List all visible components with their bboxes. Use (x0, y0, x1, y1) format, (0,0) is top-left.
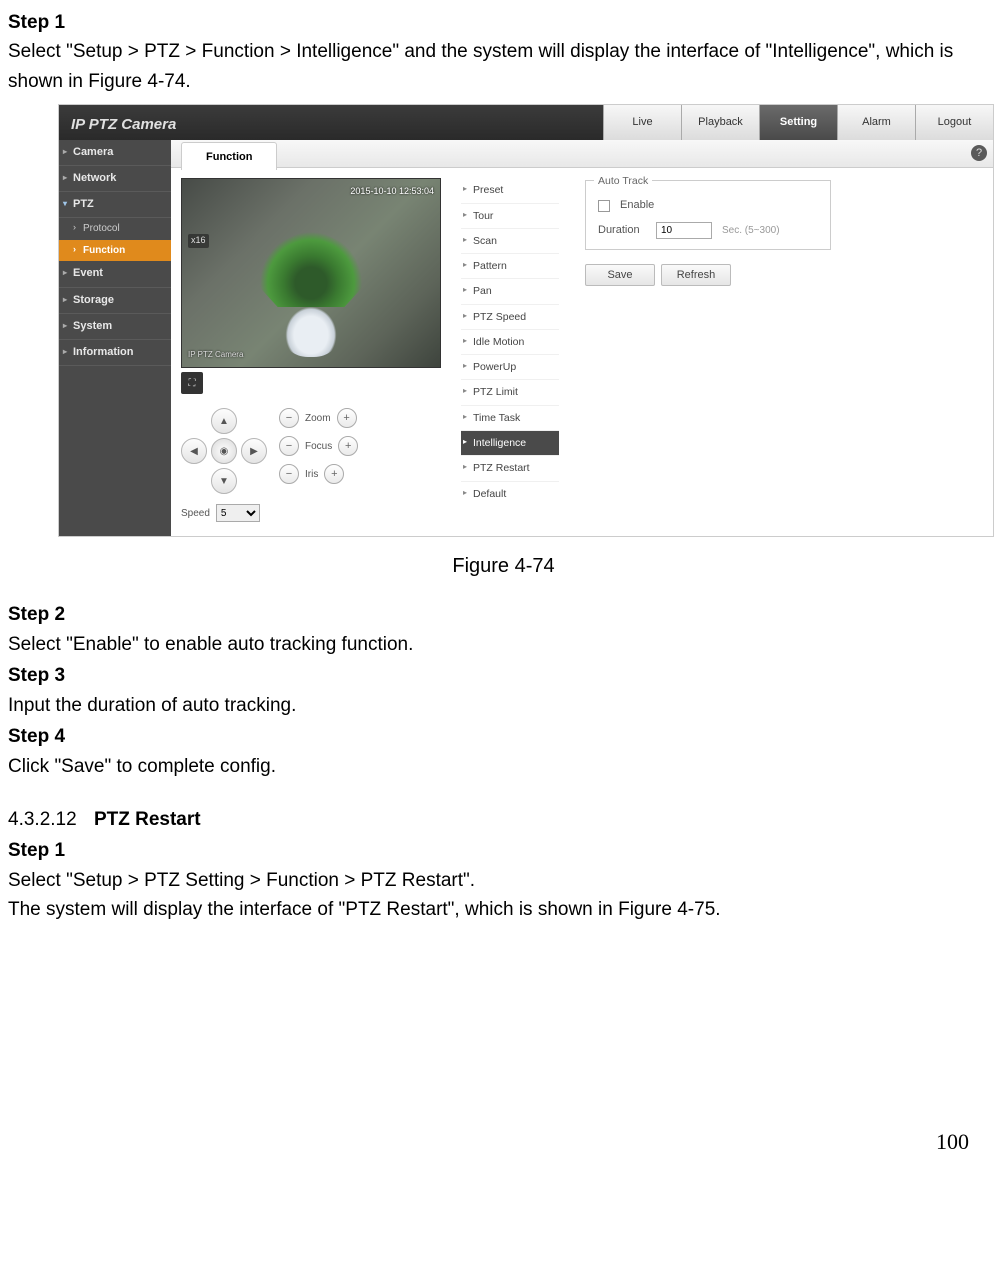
sidenav-ptz[interactable]: PTZ (59, 192, 171, 218)
preview-watermark: IP PTZ Camera (188, 349, 243, 361)
nav-alarm[interactable]: Alarm (837, 105, 915, 140)
step4-heading: Step 4 (8, 722, 999, 751)
auto-track-fieldset: Auto Track Enable Duration Sec. (5~300) (585, 180, 831, 250)
step2-body: Select "Enable" to enable auto tracking … (8, 630, 999, 659)
fn-time-task[interactable]: Time Task (461, 405, 559, 430)
preview-zoom-label: x16 (188, 234, 209, 248)
ptz-up-button[interactable]: ▲ (211, 408, 237, 434)
save-button[interactable]: Save (585, 264, 655, 286)
section-heading: 4.3.2.12 PTZ Restart (8, 805, 999, 834)
sidenav-storage[interactable]: Storage (59, 288, 171, 314)
sidenav-camera[interactable]: Camera (59, 140, 171, 166)
screenshot-figure: IP PTZ Camera Live Playback Setting Alar… (58, 104, 994, 537)
zoom-label: Zoom (305, 411, 331, 427)
refresh-button[interactable]: Refresh (661, 264, 731, 286)
fn-pattern[interactable]: Pattern (461, 253, 559, 278)
ptz-down-button[interactable]: ▼ (211, 468, 237, 494)
step1-body: Select "Setup > PTZ > Function > Intelli… (8, 37, 999, 96)
fn-preset[interactable]: Preset (461, 178, 559, 202)
ptz-left-button[interactable]: ◀ (181, 438, 207, 464)
page-number: 100 (8, 1125, 969, 1159)
duration-input[interactable] (656, 222, 712, 239)
nav-logout[interactable]: Logout (915, 105, 993, 140)
step4-body: Click "Save" to complete config. (8, 752, 999, 781)
step3-heading: Step 3 (8, 661, 999, 690)
duration-hint: Sec. (5~300) (722, 223, 780, 239)
fn-intelligence[interactable]: Intelligence (461, 430, 559, 455)
help-icon[interactable]: ? (971, 145, 987, 161)
fn-idle-motion[interactable]: Idle Motion (461, 329, 559, 354)
ptz-center-button[interactable]: ◉ (211, 438, 237, 464)
enable-label: Enable (620, 197, 654, 214)
nav-setting[interactable]: Setting (759, 105, 837, 140)
step3-body: Input the duration of auto tracking. (8, 691, 999, 720)
step2-heading: Step 2 (8, 600, 999, 629)
ptz-right-button[interactable]: ▶ (241, 438, 267, 464)
zoom-in-button[interactable]: + (337, 408, 357, 428)
fullscreen-icon[interactable]: ⛶ (181, 372, 203, 394)
iris-open-button[interactable]: + (324, 464, 344, 484)
sidenav-system[interactable]: System (59, 314, 171, 340)
fn-ptz-limit[interactable]: PTZ Limit (461, 379, 559, 404)
section-number: 4.3.2.12 (8, 805, 77, 834)
settings-panel: Auto Track Enable Duration Sec. (5~300) … (559, 178, 993, 522)
figure-caption: Figure 4-74 (8, 551, 999, 582)
fn-ptz-speed[interactable]: PTZ Speed (461, 304, 559, 329)
iris-label: Iris (305, 467, 318, 483)
focus-out-button[interactable]: − (279, 436, 299, 456)
fn-powerup[interactable]: PowerUp (461, 354, 559, 379)
step1-heading: Step 1 (8, 8, 999, 37)
sidenav-function[interactable]: Function (59, 240, 171, 262)
focus-in-button[interactable]: + (338, 436, 358, 456)
fn-pan[interactable]: Pan (461, 278, 559, 303)
duration-label: Duration (598, 222, 646, 239)
fn-scan[interactable]: Scan (461, 228, 559, 253)
function-list: Preset Tour Scan Pattern Pan PTZ Speed I… (461, 178, 559, 522)
video-preview: 2015-10-10 12:53:04 x16 IP PTZ Camera (181, 178, 441, 368)
restart-step1-heading: Step 1 (8, 836, 999, 865)
sidenav-protocol[interactable]: Protocol (59, 218, 171, 240)
top-bar: IP PTZ Camera Live Playback Setting Alar… (59, 105, 993, 140)
brand-label: IP PTZ Camera (59, 105, 188, 140)
enable-checkbox[interactable] (598, 200, 610, 212)
sidenav-event[interactable]: Event (59, 261, 171, 287)
preview-timestamp: 2015-10-10 12:53:04 (350, 185, 434, 199)
speed-label: Speed (181, 506, 210, 522)
fn-default[interactable]: Default (461, 481, 559, 506)
fn-ptz-restart[interactable]: PTZ Restart (461, 455, 559, 480)
iris-close-button[interactable]: − (279, 464, 299, 484)
focus-label: Focus (305, 439, 332, 455)
preview-column: 2015-10-10 12:53:04 x16 IP PTZ Camera ⛶ … (181, 178, 461, 522)
restart-step1-line2: The system will display the interface of… (8, 895, 999, 924)
fieldset-legend: Auto Track (594, 173, 652, 189)
zoom-out-button[interactable]: − (279, 408, 299, 428)
restart-step1-line1: Select "Setup > PTZ Setting > Function >… (8, 866, 999, 895)
sidenav-network[interactable]: Network (59, 166, 171, 192)
section-title: PTZ Restart (94, 809, 201, 830)
side-nav: Camera Network PTZ Protocol Function Eve… (59, 140, 171, 536)
nav-playback[interactable]: Playback (681, 105, 759, 140)
sidenav-information[interactable]: Information (59, 340, 171, 366)
nav-live[interactable]: Live (603, 105, 681, 140)
fn-tour[interactable]: Tour (461, 203, 559, 228)
speed-select[interactable]: 5 (216, 504, 260, 522)
tab-function[interactable]: Function (181, 142, 277, 170)
ptz-dpad: ▲ ▼ ◀ ▶ ◉ (181, 408, 267, 494)
tab-bar: Function ? (171, 140, 993, 168)
